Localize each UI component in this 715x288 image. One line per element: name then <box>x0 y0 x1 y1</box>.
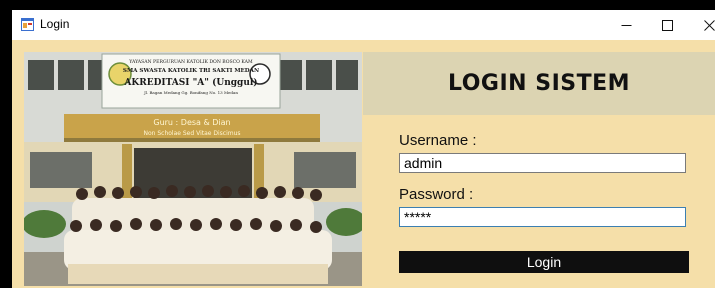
form-content: YAYASAN PERGURUAN KATOLIK DON BOSCO KAM … <box>12 40 715 288</box>
banner-line-4: Jl. Bagan Medang Gg. Bonifang No. 13 Med… <box>143 90 238 95</box>
login-panel: LOGIN SISTEM Username : Password : Login <box>363 52 715 288</box>
banner-line-1: YAYASAN PERGURUAN KATOLIK DON BOSCO KAM <box>128 59 253 65</box>
banner-line-3: AKREDITASI "A" (Unggul) <box>123 77 257 88</box>
close-button[interactable] <box>690 10 715 40</box>
maximize-icon <box>661 19 673 31</box>
window-frame-top <box>0 0 715 10</box>
minimize-button[interactable] <box>607 10 645 40</box>
app-form-icon <box>21 18 34 31</box>
window-title: Login <box>40 17 70 31</box>
close-icon <box>703 19 715 31</box>
motto-line-1: Guru : Desa & Dian <box>153 118 230 127</box>
banner-line-2: SMA SWASTA KATOLIK TRI SAKTI MEDAN <box>123 68 259 74</box>
password-input[interactable] <box>399 207 686 227</box>
title-bar[interactable]: Login <box>12 10 715 40</box>
login-header: LOGIN SISTEM <box>363 52 715 115</box>
username-label: Username : <box>399 132 477 149</box>
maximize-button[interactable] <box>648 10 686 40</box>
login-window: Login YAYASAN PERGURUAN KATOLIK DON BOSC… <box>12 10 715 288</box>
motto-line-2: Non Scholae Sed Vitae Discimus <box>143 130 240 137</box>
username-input[interactable] <box>399 153 686 173</box>
login-button[interactable]: Login <box>399 251 689 273</box>
login-title: LOGIN SISTEM <box>447 71 631 96</box>
school-group-photo: YAYASAN PERGURUAN KATOLIK DON BOSCO KAM … <box>24 52 362 286</box>
minimize-icon <box>621 24 631 26</box>
window-frame-left <box>0 0 12 288</box>
password-label: Password : <box>399 186 474 203</box>
